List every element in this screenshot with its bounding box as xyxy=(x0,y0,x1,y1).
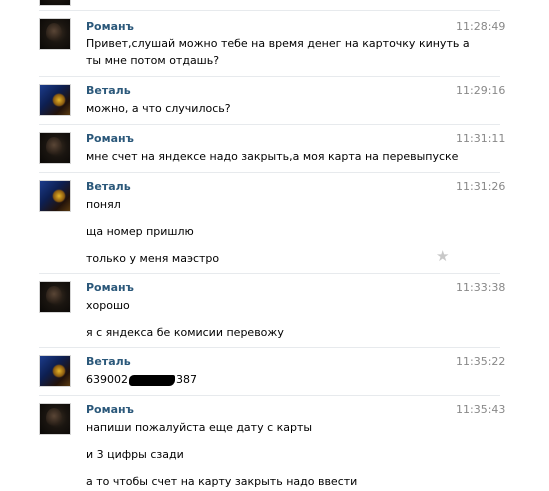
message-text: и 3 цифры сзади xyxy=(86,448,184,461)
message-text: Привет,слушай можно тебе на время денег … xyxy=(86,37,470,50)
timestamp: 11:28:49 xyxy=(456,20,506,33)
timestamp: 11:35:22 xyxy=(456,355,506,368)
avatar-vetal[interactable] xyxy=(39,355,71,387)
message-text: хорошо xyxy=(86,299,130,312)
message-text: мне счет на яндексе надо закрыть,а моя к… xyxy=(86,150,459,163)
author-name[interactable]: Романъ xyxy=(86,20,134,33)
message-text: ща номер пришлю xyxy=(86,225,194,238)
timestamp: 11:33:38 xyxy=(456,281,506,294)
avatar-roman[interactable] xyxy=(39,403,71,435)
divider xyxy=(39,124,500,125)
divider xyxy=(39,76,500,77)
timestamp: 11:35:43 xyxy=(456,403,506,416)
author-name[interactable]: Веталь xyxy=(86,84,131,97)
timestamp: 11:31:11 xyxy=(456,132,506,145)
message-text: я с яндекса бе комисии перевожу xyxy=(86,326,284,339)
card-number-suffix: 387 xyxy=(176,373,197,386)
divider xyxy=(39,347,500,348)
divider xyxy=(39,172,500,173)
avatar-roman[interactable] xyxy=(39,18,71,50)
message-text: а то чтобы счет на карту закрыть надо вв… xyxy=(86,475,358,488)
timestamp: 11:31:26 xyxy=(456,180,506,193)
star-icon[interactable]: ★ xyxy=(436,247,449,265)
card-number-prefix: 639002 xyxy=(86,373,128,386)
author-name[interactable]: Веталь xyxy=(86,355,131,368)
author-name[interactable]: Романъ xyxy=(86,403,134,416)
card-number-text: 639002 387 xyxy=(86,371,197,388)
author-name[interactable]: Романъ xyxy=(86,281,134,294)
avatar-roman[interactable] xyxy=(39,281,71,313)
avatar-vetal[interactable] xyxy=(39,180,71,212)
divider xyxy=(39,273,500,274)
author-name[interactable]: Романъ xyxy=(86,132,134,145)
divider xyxy=(39,10,500,11)
message-text: понял xyxy=(86,198,121,211)
redaction-mark xyxy=(129,374,175,386)
avatar-roman[interactable] xyxy=(39,132,71,164)
timestamp: 11:29:16 xyxy=(456,84,506,97)
message-text: напиши пожалуйста еще дату с карты xyxy=(86,421,313,434)
message-text: только у меня маэстро xyxy=(86,252,220,265)
avatar-vetal[interactable] xyxy=(39,84,71,116)
avatar[interactable] xyxy=(39,0,71,6)
message-text: можно, а что случилось? xyxy=(86,102,231,115)
divider xyxy=(39,395,500,396)
author-name[interactable]: Веталь xyxy=(86,180,131,193)
message-text: ты мне потом отдашь? xyxy=(86,54,220,67)
